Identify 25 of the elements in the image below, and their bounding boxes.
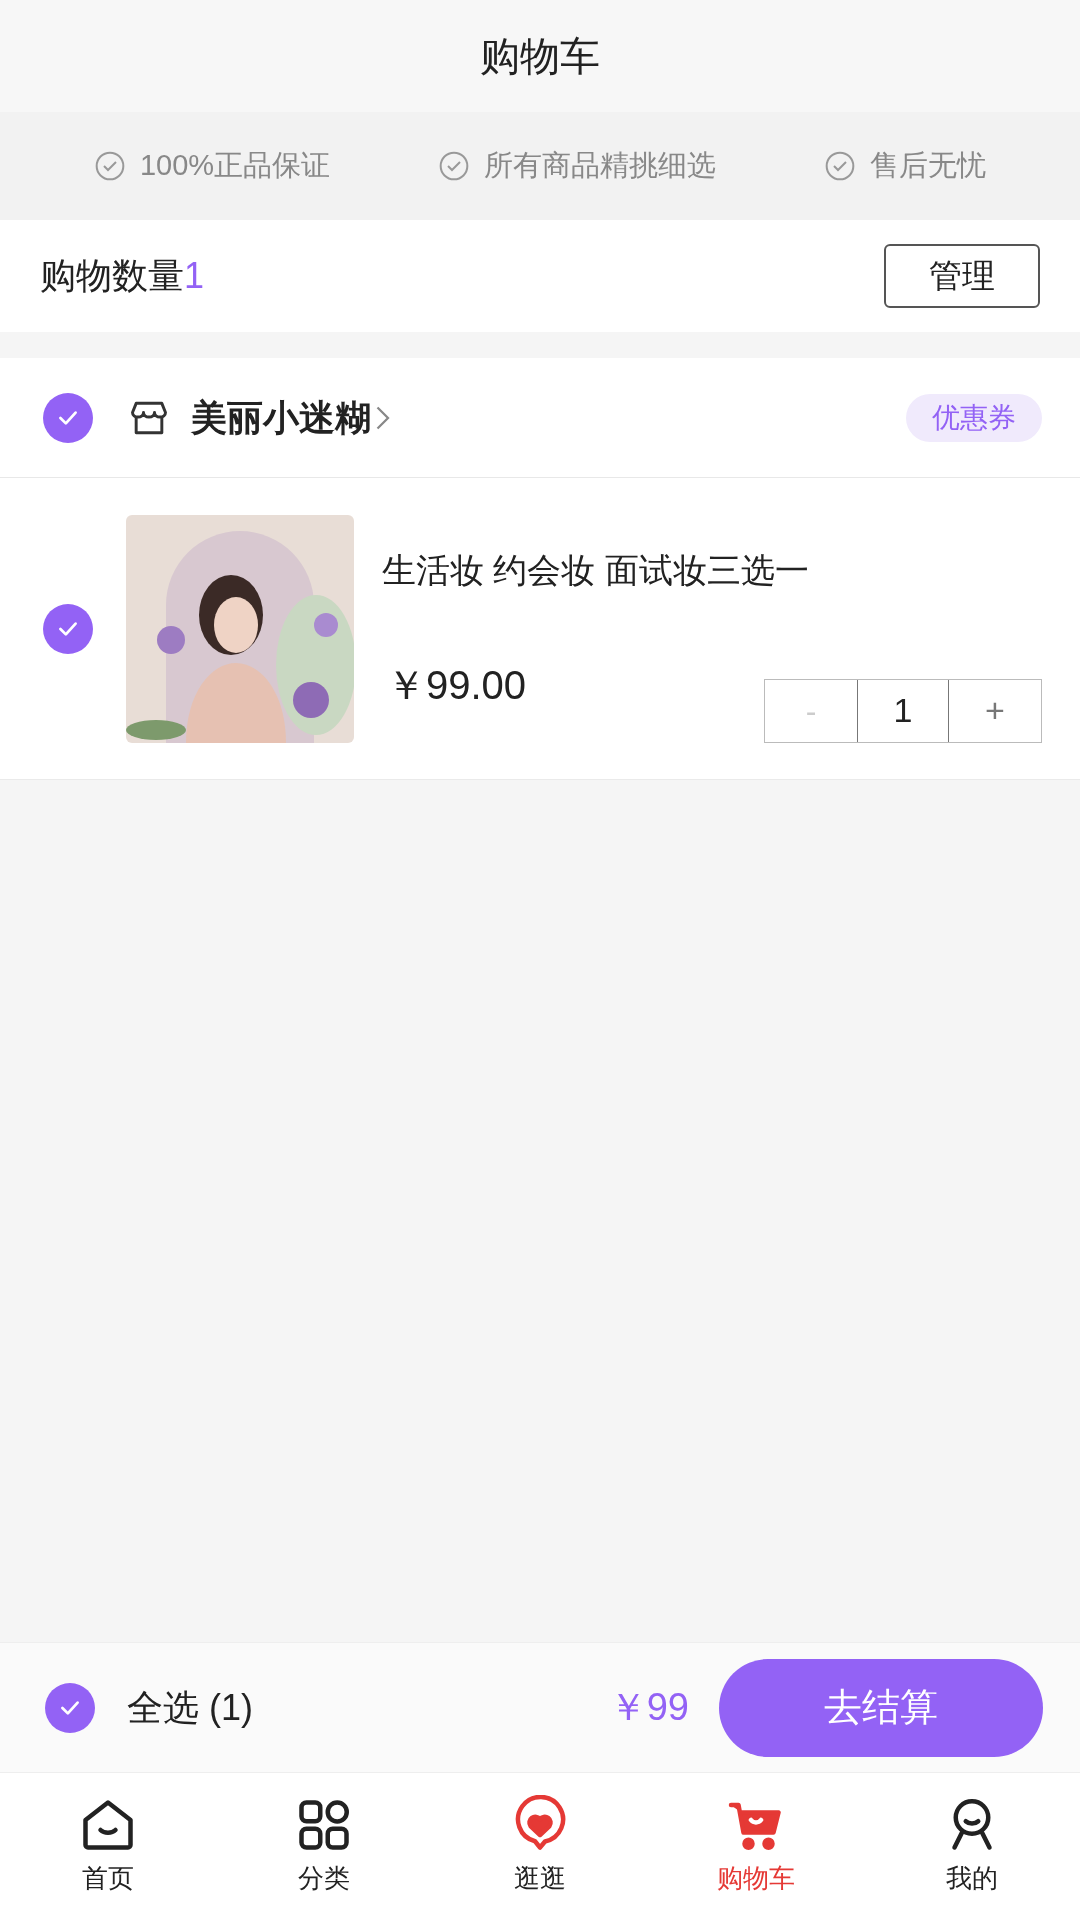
nav-tab[interactable]: 逛逛: [432, 1773, 648, 1920]
product-title[interactable]: 生活妆 约会妆 面试妆三选一: [382, 544, 1042, 596]
quantity-field[interactable]: 1: [857, 679, 949, 742]
nav-tab[interactable]: 我的: [864, 1773, 1080, 1920]
nav-tab[interactable]: 购物车: [648, 1773, 864, 1920]
checkout-button[interactable]: 去结算: [719, 1658, 1043, 1757]
total-price: ￥99: [608, 1685, 689, 1730]
check-circle-icon: [824, 150, 856, 182]
store-name[interactable]: 美丽小迷糊: [191, 390, 371, 445]
checkbox[interactable]: [45, 1682, 95, 1733]
cart-count: 购物数量1: [40, 254, 205, 298]
check-circle-icon: [438, 150, 471, 182]
page-title: 购物车: [480, 33, 600, 80]
guarantee-text: 售后无忧: [870, 148, 986, 184]
nav-tab[interactable]: 首页: [0, 1773, 216, 1920]
manage-button[interactable]: 管理: [884, 244, 1040, 308]
guarantee-text: 100%正品保证: [139, 148, 331, 184]
checkbox[interactable]: [43, 603, 93, 654]
check-circle-icon: [93, 150, 126, 182]
increase-button[interactable]: +: [949, 679, 1041, 742]
product-price: ￥99.00: [386, 661, 527, 709]
nav-tab[interactable]: 分类: [216, 1773, 432, 1920]
guarantee-text: 所有商品精挑细选: [484, 148, 717, 184]
checkbox[interactable]: [43, 392, 93, 443]
select-all-label[interactable]: 全选 (1): [127, 1680, 253, 1735]
